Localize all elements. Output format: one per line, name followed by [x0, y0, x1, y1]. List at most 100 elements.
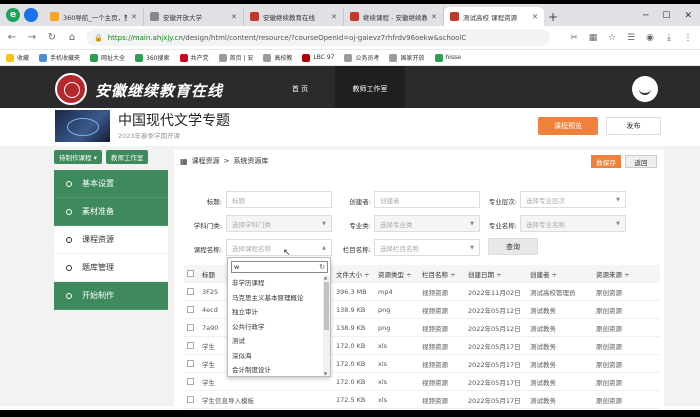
pending-courses-button[interactable]: 待制作课程 ▾ [54, 150, 102, 164]
row-checkbox[interactable] [187, 342, 194, 349]
scrollbar-thumb[interactable] [324, 282, 329, 330]
column-header[interactable]: 栏目名称 ÷ [419, 269, 465, 279]
sidebar-item-course-resources[interactable]: 课程资源 [54, 226, 168, 254]
dropdown-option[interactable]: 测试 [228, 333, 324, 348]
download-icon[interactable]: ⤓ [663, 33, 675, 43]
maximize-icon[interactable]: ☐ [662, 11, 670, 21]
close-tab-icon[interactable]: ✕ [131, 13, 137, 21]
column-header[interactable]: 资源来源 ÷ [593, 269, 637, 279]
scroll-up-icon[interactable]: ▲ [324, 275, 327, 280]
dropdown-search-input[interactable]: w ↻ [231, 261, 328, 273]
dropdown-option[interactable]: 独立审计 [228, 304, 324, 319]
site-logo-icon[interactable] [55, 73, 87, 105]
more-icon[interactable]: ⋮ [682, 33, 694, 43]
table-cell: 2022年05月12日 [468, 306, 521, 315]
sidebar-item-basic-settings[interactable]: 基本设置 [54, 170, 168, 198]
bookmark-item[interactable]: 手机收藏夹 [39, 53, 80, 62]
account-icon[interactable]: ◉ [644, 33, 656, 43]
major-name-select[interactable]: 选择专业名称 ▼ [520, 215, 626, 232]
query-button[interactable]: 查询 [488, 238, 538, 255]
grid-icon: ▦ [180, 156, 188, 166]
table-cell: 172.0 KB [336, 359, 366, 368]
reload-icon[interactable]: ↻ [46, 32, 58, 43]
row-checkbox[interactable] [187, 378, 194, 385]
breadcrumb-item[interactable]: 课程资源 [192, 156, 220, 166]
new-tab-button[interactable]: + [544, 7, 562, 26]
bookmark-item[interactable]: 收藏 [6, 53, 29, 62]
dropdown-scrollbar[interactable]: ▲ ▼ [323, 275, 330, 376]
minimize-icon[interactable]: ─ [643, 11, 648, 21]
nav-teacher-studio[interactable]: 教师工作室 [335, 66, 405, 112]
close-tab-icon[interactable]: ✕ [431, 13, 437, 21]
row-checkbox[interactable] [187, 306, 194, 313]
home-icon[interactable]: ⌂ [66, 32, 78, 43]
column-header[interactable]: 文件大小 ÷ [333, 269, 375, 279]
course-name-select[interactable]: 选择课程名称 ▲ [226, 239, 332, 256]
sidebar-item-question-bank[interactable]: 题库管理 [54, 254, 168, 282]
tab-360[interactable]: 360导航_一个主页，整 ✕ [44, 7, 144, 26]
tab-ahjxjy[interactable]: 安徽继续教育在线 ✕ [244, 7, 344, 26]
tab-resource[interactable]: 测试高校 课程资源 ✕ [444, 7, 544, 26]
category-select[interactable]: 选择学科门类 ▼ [226, 215, 332, 232]
major-type-select[interactable]: 选择专业类 ▼ [374, 215, 480, 232]
column-select[interactable]: 选择栏目名称 ▼ [374, 239, 480, 256]
bookmark-item[interactable]: LBC 97 [302, 53, 334, 62]
bookmark-item[interactable]: 高校教 [263, 53, 292, 62]
breadcrumb: ▦ 课程资源 > 系统资源库 [180, 156, 268, 166]
bookmark-item[interactable]: 360搜索 [135, 53, 170, 62]
save-button[interactable]: 数保存 [591, 155, 621, 168]
select-all-checkbox[interactable] [187, 270, 194, 277]
column-header[interactable]: 创建者 ÷ [527, 269, 593, 279]
course-banner: 中国现代文学专题 2023年春季学期开课 课程预览 发布 [0, 108, 700, 146]
dropdown-option[interactable]: 非学历课程 [228, 275, 324, 290]
avatar[interactable] [632, 76, 658, 102]
dropdown-option[interactable]: 公共行政学 [228, 319, 324, 334]
close-tab-icon[interactable]: ✕ [532, 13, 538, 21]
back-button[interactable]: 返回 [625, 155, 657, 168]
table-cell: 2022年05月17日 [468, 360, 521, 369]
row-checkbox[interactable] [187, 288, 194, 295]
scissors-icon[interactable]: ✂ [568, 33, 580, 43]
close-window-icon[interactable]: ✕ [684, 11, 692, 21]
scroll-down-icon[interactable]: ▼ [324, 371, 327, 376]
bookmark-item[interactable]: 共产党 [179, 53, 209, 62]
table-cell: 测试教务 [530, 396, 556, 405]
row-checkbox[interactable] [187, 396, 194, 403]
title-input[interactable]: 标题 [226, 191, 332, 208]
creator-input[interactable]: 创建者 [374, 191, 480, 208]
nav-home[interactable]: 首 页 [265, 66, 335, 112]
forward-arrow-icon[interactable]: → [26, 32, 38, 43]
bookmark-item[interactable]: 国家开放 [389, 53, 425, 62]
bookmark-item[interactable]: 网址大全 [90, 53, 125, 62]
navigate-icon[interactable] [24, 8, 38, 22]
sidebar-item-start-production[interactable]: 开始制作 [54, 282, 168, 310]
close-tab-icon[interactable]: ✕ [231, 13, 237, 21]
column-header[interactable]: 资源类型 ÷ [375, 269, 419, 279]
course-preview-button[interactable]: 课程预览 [538, 117, 598, 135]
bookmark-item[interactable]: hisse [434, 53, 461, 62]
bookmark-item[interactable]: 首页 | 安 [218, 53, 253, 62]
table-row[interactable]: 学生信息导入模板 172.5 KB xls 视频资源 2022年05月17日 测… [184, 391, 660, 409]
close-tab-icon[interactable]: ✕ [331, 13, 337, 21]
publish-button[interactable]: 发布 [606, 117, 661, 135]
tab-course[interactable]: 继续课程 - 安徽继续教 ✕ [344, 7, 444, 26]
browser-logo-icon[interactable]: e [6, 8, 20, 22]
url-input[interactable]: 🔒 https://main.ahjxjy.cn/design/html/con… [86, 29, 550, 46]
column-header[interactable]: 创建日期 ÷ [465, 269, 527, 279]
level-select[interactable]: 选择专业层次 ▼ [520, 191, 626, 208]
tab-ahou[interactable]: 安徽开放大学 ✕ [144, 7, 244, 26]
star-icon[interactable]: ☆ [606, 33, 618, 43]
back-arrow-icon[interactable]: ← [6, 32, 18, 43]
globe-icon [90, 53, 99, 62]
menu-icon[interactable]: ☰ [625, 33, 637, 43]
extension-icon[interactable]: ▦ [587, 33, 599, 43]
dropdown-option[interactable]: 深似海 [228, 348, 324, 363]
row-checkbox[interactable] [187, 324, 194, 331]
sidebar-item-materials[interactable]: 素材准备 [54, 198, 168, 226]
dropdown-option[interactable]: 马克思主义基本原理概论 [228, 290, 324, 305]
dropdown-option[interactable]: 会计制度设计 [228, 362, 324, 377]
row-checkbox[interactable] [187, 360, 194, 367]
teacher-studio-button[interactable]: 教师工作室 [105, 150, 149, 164]
bookmark-item[interactable]: 公务员考 [344, 53, 379, 62]
table-cell: 测试教务 [530, 342, 556, 351]
